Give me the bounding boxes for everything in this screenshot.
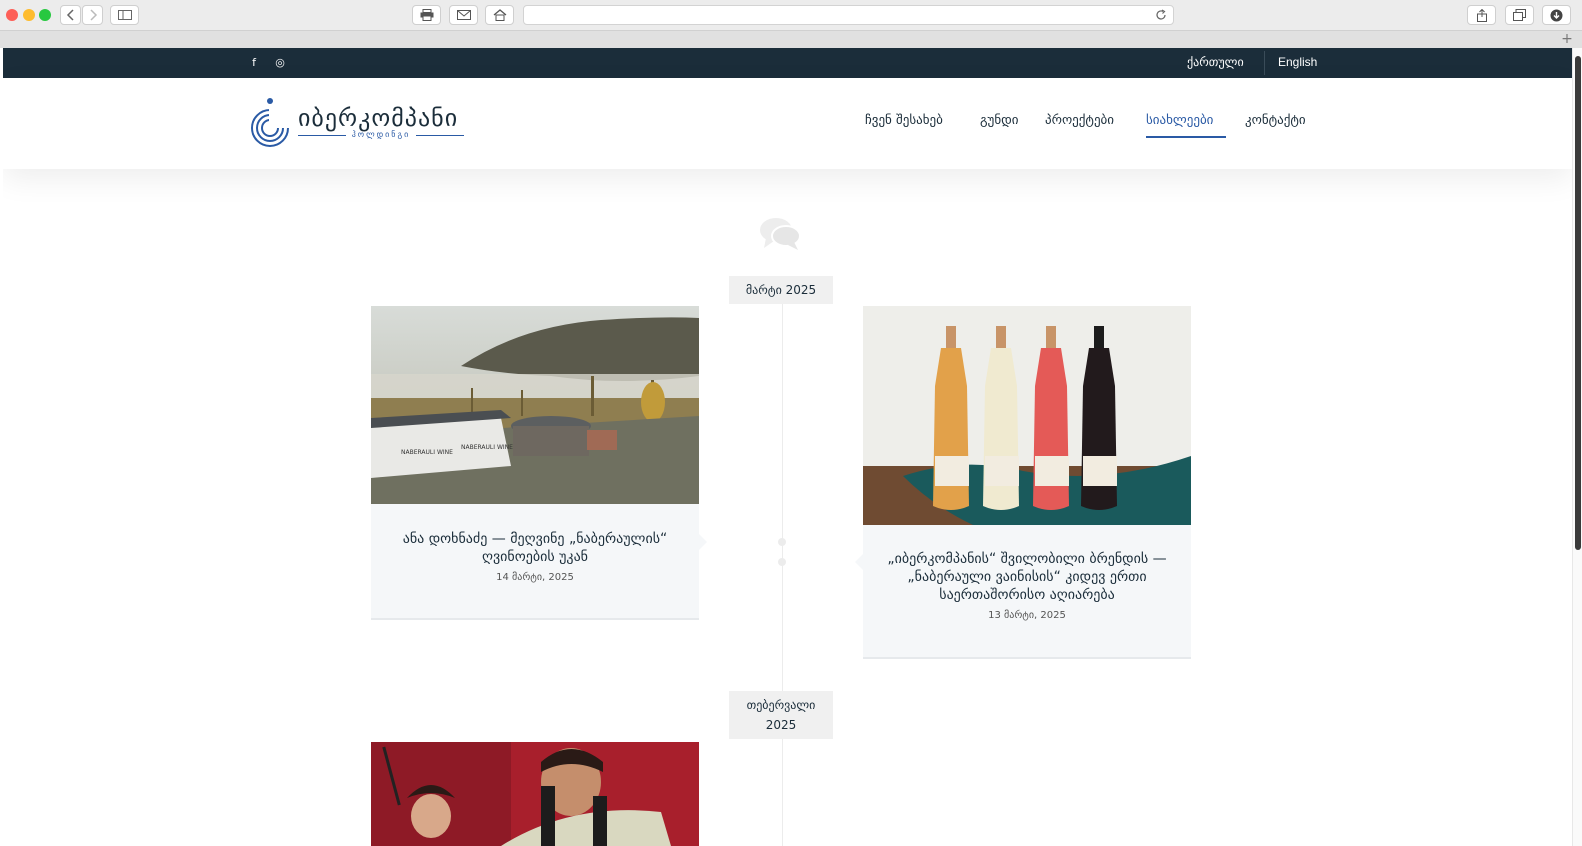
nav-contact[interactable]: კონტაქტი <box>1245 113 1306 128</box>
close-window-button[interactable] <box>6 9 18 21</box>
home-button[interactable] <box>485 5 514 25</box>
forward-button[interactable] <box>82 5 103 25</box>
site-logo[interactable]: იბერკომპანი ჰოლდინგი <box>250 98 470 150</box>
web-page: f ◎ ქართული English იბერკომპანი ჰოლდინგი… <box>3 48 1572 846</box>
download-button[interactable] <box>1542 5 1571 25</box>
svg-text:NABERAULI WINE: NABERAULI WINE <box>461 444 513 451</box>
card-2-pointer <box>855 554 863 570</box>
browser-chrome: + <box>0 0 1582 48</box>
new-tab-button[interactable]: + <box>1560 31 1574 47</box>
share-icon <box>1476 8 1487 22</box>
mail-button[interactable] <box>449 5 478 25</box>
language-divider <box>1264 51 1265 75</box>
nav-team[interactable]: გუნდი <box>980 113 1019 128</box>
speech-bubbles-icon <box>760 218 801 250</box>
language-georgian[interactable]: ქართული <box>1187 55 1244 69</box>
share-button[interactable] <box>1467 5 1496 25</box>
month-label-march: მარტი 2025 <box>729 276 833 304</box>
news-card-3[interactable] <box>371 742 699 846</box>
news-card-1-title[interactable]: ანა დოხნაძე — მეღვინე „ნაბერაულის“ ღვინო… <box>385 530 685 566</box>
language-english[interactable]: English <box>1278 55 1317 69</box>
nav-active-underline <box>1146 136 1226 138</box>
nav-news[interactable]: სიახლეები <box>1146 113 1213 128</box>
card-1-pointer <box>699 534 707 550</box>
logo-wordmark: იბერკომპანი <box>298 104 459 132</box>
minimize-window-button[interactable] <box>23 9 35 21</box>
download-icon <box>1550 9 1563 21</box>
back-icon <box>66 9 74 21</box>
news-card-2[interactable]: „იბერკომპანის“ შვილობილი ბრენდის — „ნაბე… <box>863 306 1191 659</box>
sidebar-icon <box>117 10 132 20</box>
mail-icon <box>456 10 471 20</box>
back-button[interactable] <box>60 5 81 25</box>
nav-projects[interactable]: პროექტები <box>1045 113 1114 128</box>
winery-in-fog-photo[interactable]: NABERAULI WINE NABERAULI WINE <box>371 306 699 504</box>
timeline-dot-2 <box>778 558 786 566</box>
sidebar-button[interactable] <box>110 5 139 25</box>
news-card-2-date: 13 მარტი, 2025 <box>988 610 1066 621</box>
month-label-february: თებერვალი 2025 <box>729 691 833 739</box>
reload-icon[interactable] <box>1155 9 1167 21</box>
instagram-icon[interactable]: ◎ <box>273 56 287 70</box>
timeline-dot-1 <box>778 538 786 546</box>
month-label-february-line2: 2025 <box>765 718 797 732</box>
print-icon <box>420 9 433 21</box>
wine-bottles-photo[interactable] <box>863 306 1191 525</box>
address-bar[interactable] <box>523 5 1174 25</box>
home-icon <box>493 9 506 21</box>
zoom-window-button[interactable] <box>39 9 51 21</box>
news-card-1-date: 14 მარტი, 2025 <box>496 572 574 583</box>
facebook-icon[interactable]: f <box>247 56 261 70</box>
news-card-1[interactable]: NABERAULI WINE NABERAULI WINE ანა დოხნაძ… <box>371 306 699 620</box>
browser-toolbar <box>0 0 1582 30</box>
logo-rule-right <box>416 135 464 136</box>
site-header: იბერკომპანი ჰოლდინგი ჩვენ შესახებ გუნდი … <box>3 78 1572 169</box>
tab-strip <box>0 30 1582 48</box>
tabs-icon <box>1513 9 1526 21</box>
top-bar: f ◎ ქართული English <box>3 48 1572 78</box>
nav-about[interactable]: ჩვენ შესახებ <box>865 113 943 128</box>
people-with-wine-photo[interactable] <box>371 742 699 846</box>
tabs-button[interactable] <box>1505 5 1534 25</box>
print-button[interactable] <box>412 5 441 25</box>
svg-text:NABERAULI WINE: NABERAULI WINE <box>401 449 453 456</box>
forward-icon <box>89 9 97 21</box>
page-scrollbar[interactable] <box>1572 48 1582 846</box>
news-card-2-title[interactable]: „იბერკომპანის“ შვილობილი ბრენდის — „ნაბე… <box>877 550 1177 604</box>
month-label-february-line1: თებერვალი <box>746 698 816 712</box>
logo-swirl-icon <box>251 98 293 147</box>
scrollbar-thumb[interactable] <box>1575 56 1581 550</box>
